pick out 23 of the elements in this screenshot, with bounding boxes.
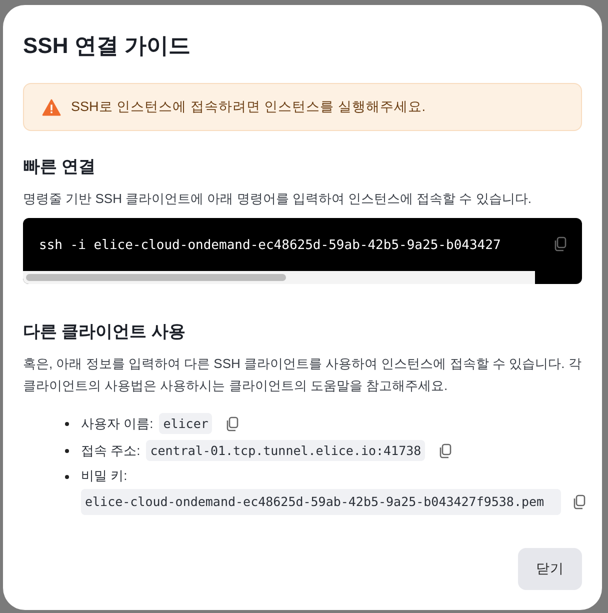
field-label: 접속 주소: [81, 442, 140, 460]
field-label: 사용자 이름: [81, 414, 154, 432]
copy-icon[interactable] [224, 416, 240, 432]
field-value: elicer [159, 413, 212, 434]
copy-icon[interactable] [437, 442, 454, 458]
scrollbar[interactable] [23, 271, 535, 284]
bullet-icon [65, 448, 69, 452]
section-description: 명령줄 기반 SSH 클라이언트에 아래 명령어를 입력하여 인스턴스에 접속할 수 있습니다. [23, 190, 532, 208]
copy-icon[interactable] [571, 494, 587, 510]
section-description: 혹은, 아래 정보를 입력하여 다른 SSH 클라이언트를 사용하여 인스턴스에 접속할 수 있습니다. 각 클라이언트의 사용법은 사용하시는 클라이언트의 도움말을 참고해주세요. [23, 355, 582, 395]
field-label: 비밀 키: [81, 467, 128, 485]
section-heading: 빠른 연결 [23, 156, 97, 178]
warning-icon [42, 98, 61, 116]
copy-icon[interactable] [552, 236, 568, 252]
close-button[interactable]: 닫기 [518, 548, 582, 590]
section-heading: 다른 클라이언트 사용 [23, 321, 186, 343]
dialog-title: SSH 연결 가이드 [23, 32, 192, 60]
field-value: elice-cloud-ondemand-ec48625d-59ab-42b5-9a25-b043427f9538.pem [81, 489, 561, 515]
warning-message: SSH로 인스턴스에 접속하려면 인스턴스를 실행해주세요. [71, 98, 426, 116]
bullet-icon [65, 422, 69, 426]
command-text: ssh -i elice-cloud-ondemand-ec48625d-59ab-42b5-9a25-b043427 [39, 238, 501, 253]
bullet-icon [65, 475, 69, 479]
field-value: central-01.tcp.tunnel.elice.io:41738 [146, 440, 426, 461]
